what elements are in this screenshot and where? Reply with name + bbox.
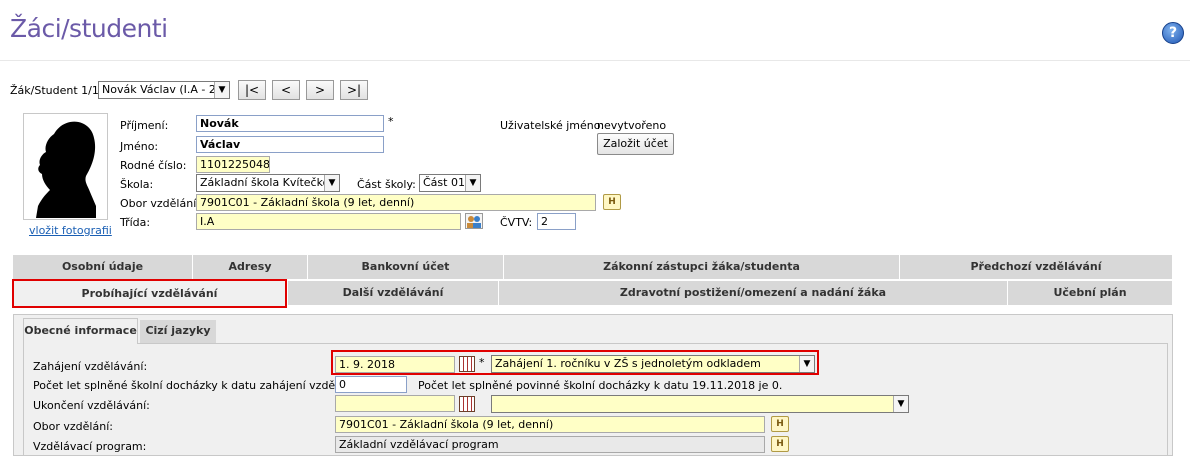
calendar-icon[interactable] — [459, 396, 475, 412]
prev-student-button[interactable]: < — [272, 80, 300, 100]
tab-legal-guardians[interactable]: Zákonní zástupci žáka/studenta — [504, 255, 900, 279]
tab-health-disability[interactable]: Zdravotní postižení/omezení a nadání žák… — [499, 281, 1008, 305]
required-mark: * — [388, 115, 394, 128]
class-people-icon[interactable] — [465, 213, 483, 229]
create-account-button[interactable]: Založit účet — [597, 133, 674, 155]
upload-photo-link[interactable]: vložit fotografii — [29, 224, 112, 237]
silhouette-icon — [36, 121, 96, 218]
student-nav-label: Žák/Student 1/1: — [10, 84, 103, 97]
program-label: Vzdělávací program: — [33, 440, 147, 453]
tab-addresses[interactable]: Adresy — [193, 255, 308, 279]
details-field-label: Obor vzdělání: — [33, 420, 113, 433]
part-select-value: Část 01 — [423, 176, 465, 189]
cvtv-input[interactable]: 2 — [537, 213, 576, 230]
surname-input[interactable]: Novák — [196, 115, 384, 132]
class-input[interactable]: I.A — [196, 213, 461, 230]
required-mark: * — [479, 356, 485, 369]
header-divider — [0, 60, 1190, 61]
subtab-general-info[interactable]: Obecné informace — [23, 318, 138, 344]
school-label: Škola: — [120, 178, 154, 191]
chevron-down-icon: ▼ — [465, 175, 480, 191]
field-input[interactable]: 7901C01 - Základní škola (9 let, denní) — [196, 194, 596, 211]
class-label: Třída: — [120, 216, 151, 229]
start-date-input[interactable]: 1. 9. 2018 — [335, 356, 455, 373]
details-field-history-button[interactable]: H — [771, 416, 789, 432]
firstname-input[interactable]: Václav — [196, 136, 384, 153]
tab-previous-education[interactable]: Předchozí vzdělávání — [900, 255, 1173, 279]
page-title: Žáci/studenti — [10, 14, 168, 43]
school-select-value: Základní škola Kvítečkov — [200, 176, 336, 189]
tab-further-education[interactable]: Další vzdělávání — [288, 281, 499, 305]
part-label: Část školy: — [357, 178, 416, 191]
part-select[interactable]: Část 01 ▼ — [419, 174, 481, 192]
student-select-value: Novák Václav (I.A - 2) — [102, 83, 221, 96]
school-select[interactable]: Základní škola Kvítečkov ▼ — [196, 174, 340, 192]
chevron-down-icon: ▼ — [214, 82, 229, 98]
field-label: Obor vzdělání: — [120, 197, 200, 210]
years-note: Počet let splněné povinné školní docházk… — [418, 379, 783, 392]
surname-label: Příjmení: — [120, 119, 169, 132]
years-input[interactable]: 0 — [335, 376, 407, 393]
student-select[interactable]: Novák Václav (I.A - 2) ▼ — [98, 81, 230, 99]
end-date-input[interactable] — [335, 395, 455, 412]
firstname-label: Jméno: — [120, 140, 159, 153]
calendar-icon[interactable] — [459, 356, 475, 372]
details-field-input[interactable]: 7901C01 - Základní škola (9 let, denní) — [335, 416, 765, 433]
username-label: Uživatelské jméno: — [500, 119, 605, 132]
chevron-down-icon: ▼ — [324, 175, 339, 191]
years-label: Počet let splněné školní docházky k datu… — [33, 379, 372, 392]
tab-study-plan[interactable]: Učební plán — [1008, 281, 1173, 305]
chevron-down-icon: ▼ — [893, 396, 908, 412]
field-history-button[interactable]: H — [603, 194, 621, 210]
cvtv-label: ČVTV: — [500, 216, 533, 229]
end-type-select[interactable]: ▼ — [491, 395, 909, 413]
start-type-value: Zahájení 1. ročníku v ZŠ s jednoletým od… — [495, 357, 761, 370]
tab-personal-data[interactable]: Osobní údaje — [13, 255, 193, 279]
help-icon[interactable]: ? — [1162, 22, 1184, 44]
chevron-down-icon: ▼ — [799, 356, 814, 372]
student-photo — [23, 113, 108, 220]
subtab-foreign-languages[interactable]: Cizí jazyky — [140, 320, 216, 343]
first-student-button[interactable]: |< — [238, 80, 266, 100]
start-label: Zahájení vzdělávání: — [33, 360, 148, 373]
last-student-button[interactable]: >| — [340, 80, 368, 100]
birthnum-label: Rodné číslo: — [120, 159, 187, 172]
program-input[interactable]: Základní vzdělávací program — [335, 436, 765, 453]
end-label: Ukončení vzdělávání: — [33, 399, 150, 412]
tab-bank-account[interactable]: Bankovní účet — [308, 255, 504, 279]
tab-current-education[interactable]: Probíhající vzdělávání — [12, 279, 287, 308]
birthnum-input[interactable]: 1101225048 — [196, 156, 270, 173]
username-value: nevytvořeno — [597, 119, 667, 132]
next-student-button[interactable]: > — [306, 80, 334, 100]
program-history-button[interactable]: H — [771, 436, 789, 452]
start-type-select[interactable]: Zahájení 1. ročníku v ZŠ s jednoletým od… — [491, 355, 815, 373]
